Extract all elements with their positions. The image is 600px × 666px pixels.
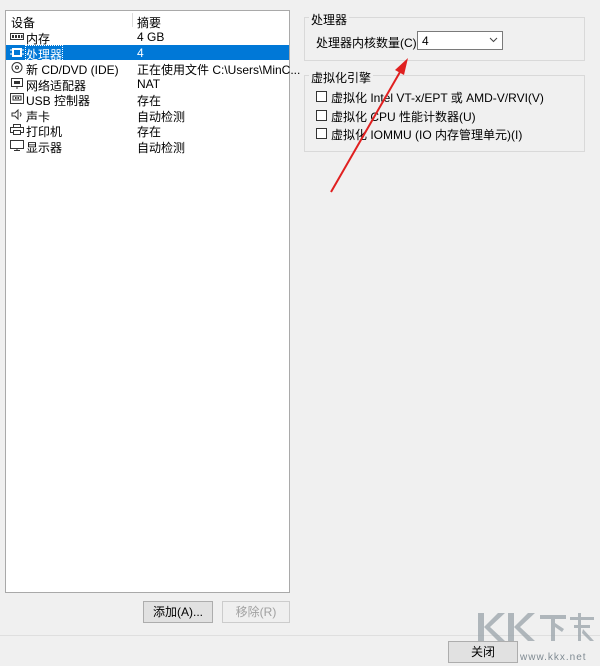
sound-card-icon xyxy=(11,108,22,120)
core-count-value: 4 xyxy=(422,34,429,48)
device-row-printer[interactable]: 打印机 存在 xyxy=(6,122,289,139)
checkbox-vtx-label[interactable]: 虚拟化 Intel VT-x/EPT 或 AMD-V/RVI(V) xyxy=(331,89,544,106)
remove-button[interactable]: 移除(R) xyxy=(222,601,290,623)
display-icon xyxy=(10,139,24,151)
chevron-down-icon xyxy=(489,37,498,43)
memory-icon xyxy=(10,33,24,40)
network-adapter-icon xyxy=(11,77,23,89)
checkbox-vtx[interactable] xyxy=(316,91,327,102)
processor-group-title: 处理器 xyxy=(309,11,350,28)
core-count-label: 处理器内核数量(C): xyxy=(316,36,420,50)
checkbox-iommu[interactable] xyxy=(316,128,327,139)
printer-icon xyxy=(10,124,24,135)
device-list: 设备 摘要 内存 4 GB 处理器 4 新 CD/DVD (IDE) 正在使用文… xyxy=(5,10,300,593)
device-summary: NAT xyxy=(137,76,161,91)
device-summary: 4 GB xyxy=(137,30,165,44)
device-row-processor[interactable]: 处理器 4 xyxy=(6,44,289,64)
cd-dvd-icon xyxy=(11,62,23,73)
watermark-url: www.kkx.net xyxy=(520,652,587,663)
processor-icon xyxy=(10,47,24,57)
usb-controller-icon xyxy=(10,93,24,104)
checkbox-iommu-label[interactable]: 虚拟化 IOMMU (IO 内存管理单元)(I) xyxy=(331,126,522,143)
list-header: 设备 摘要 xyxy=(6,11,289,30)
checkbox-cpu-counters-label[interactable]: 虚拟化 CPU 性能计数器(U) xyxy=(331,108,476,125)
add-button[interactable]: 添加(A)... xyxy=(143,601,213,623)
device-name: 显示器 xyxy=(26,140,63,155)
device-row-usb-controller[interactable]: USB 控制器 存在 xyxy=(6,91,289,108)
checkbox-cpu-counters[interactable] xyxy=(316,110,327,121)
device-row-memory[interactable]: 内存 4 GB xyxy=(6,29,289,46)
device-row-cd-dvd[interactable]: 新 CD/DVD (IDE) 正在使用文件 C:\Users\MinC... xyxy=(6,60,300,77)
core-count-select[interactable]: 4 xyxy=(417,31,503,50)
device-row-sound-card[interactable]: 声卡 自动检测 xyxy=(6,107,289,124)
device-summary: 自动检测 xyxy=(137,140,186,155)
device-row-display[interactable]: 显示器 自动检测 xyxy=(6,138,289,155)
header-divider xyxy=(132,13,133,27)
device-row-network-adapter[interactable]: 网络适配器 NAT xyxy=(6,76,289,93)
device-summary: 4 xyxy=(137,45,144,60)
virtualization-group-title: 虚拟化引擎 xyxy=(309,69,374,86)
